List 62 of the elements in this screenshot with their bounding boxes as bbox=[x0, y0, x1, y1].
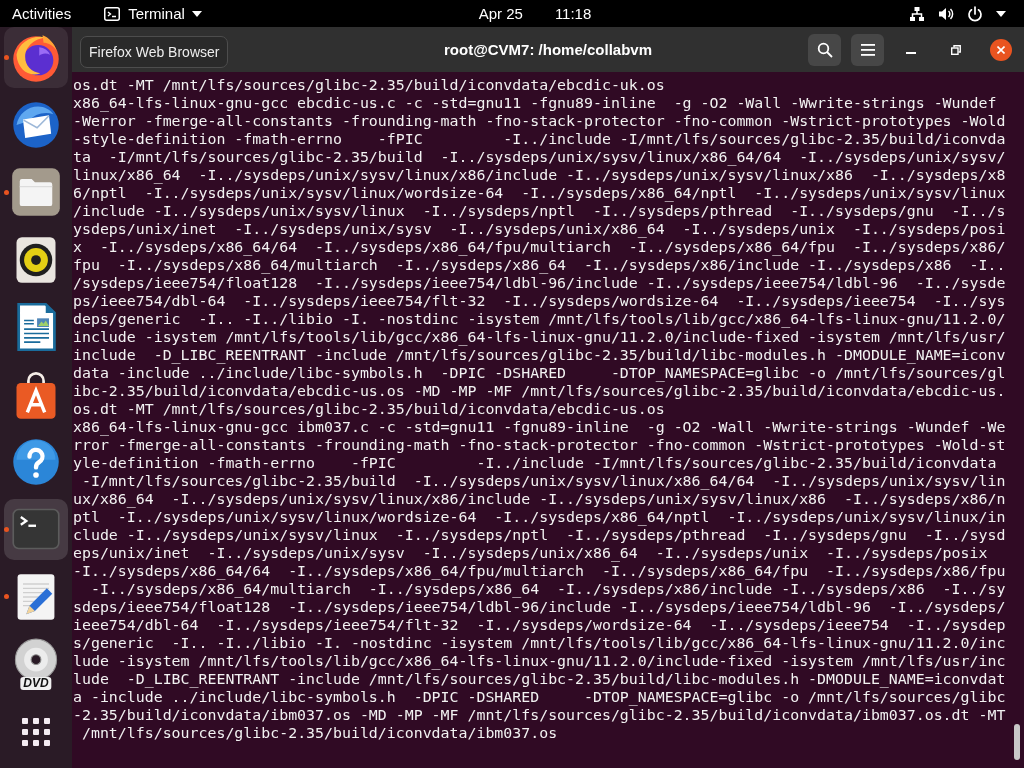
output-line: lude -D_LIBC_REENTRANT -include /mnt/lfs/sources/glibc-2.35/build/libc-modules.h -DMODULE_NAME=iconvdat bbox=[73, 670, 1006, 688]
clock-button[interactable]: Apr 25 11:18 bbox=[478, 5, 592, 22]
scrollbar-thumb[interactable] bbox=[1014, 724, 1020, 760]
output-line: ptl -I../sysdeps/unix/sysv/linux/wordsize-64 -I../sysdeps/x86_64/nptl -I../sysdeps/unix/sysv/linux/in bbox=[73, 508, 1006, 526]
dock-button[interactable]: DVD bbox=[4, 633, 68, 695]
output-line: -Werror -fmerge-all-constants -frounding-math -fno-stack-protector -fno-common -Wstrict-prototypes -Wold bbox=[73, 112, 1006, 130]
minimize-icon bbox=[906, 51, 916, 54]
volume-icon[interactable] bbox=[938, 5, 954, 22]
output-line: -I../sysdeps/x86_64/multiarch -I../sysdeps/x86_64 -I../sysdeps/x86/include -I../sysdeps/x86 -I../sy bbox=[90, 580, 1006, 598]
output-line: x -I../sysdeps/x86_64/64 -I../sysdeps/x86_64/fpu/multiarch -I../sysdeps/x86_64/fpu -I../sysdeps/x86/ bbox=[73, 238, 1006, 256]
network-icon[interactable] bbox=[909, 5, 925, 22]
search-button[interactable] bbox=[808, 33, 841, 66]
window-title: root@CVM7: /home/collabvm bbox=[444, 41, 652, 58]
output-line: data -include ../include/libc-symbols.h -DPIC -DSHARED -DTOP_NAMESPACE=glibc -o /mnt/lfs/sources/gl bbox=[73, 364, 1006, 382]
search-icon bbox=[816, 41, 833, 58]
output-line: /sysdeps/ieee754/float128 -I../sysdeps/ieee754/ldbl-96/include -I../sysdeps/ieee754/ldbl-96 -I../sysde bbox=[73, 274, 1006, 292]
output-line: include -isystem /mnt/lfs/tools/lib/gcc/x86_64-lfs-linux-gnu/11.2.0/include-fixed -isystem /mnt/lfs/usr/ bbox=[73, 328, 1006, 346]
output-line: yle-definition -fmath-errno -fPIC -I../include -I/mnt/lfs/sources/glibc-2.35/build/iconvdata bbox=[73, 454, 997, 472]
output-line: ta -I/mnt/lfs/sources/glibc-2.35/build -I../sysdeps/unix/sysv/linux/x86_64/64 -I../sysdeps/unix/sysv/ bbox=[73, 148, 1006, 166]
output-line: ps/ieee754/dbl-64 -I../sysdeps/ieee754/flt-32 -I../sysdeps/wordsize-64 -I../sysdeps/ieee754 -I../sys bbox=[73, 292, 1006, 310]
output-line: deps/generic -I.. -I../libio -I. -nostdinc -isystem /mnt/lfs/tools/lib/gcc/x86_64-lfs-linux-gnu/11.2.0/ bbox=[73, 310, 1006, 328]
output-line: 6/nptl -I../sysdeps/unix/sysv/linux/wordsize-64 -I../sysdeps/x86_64/nptl -I../sysdeps/unix/sysv/linux bbox=[73, 184, 1006, 202]
output-line: s/generic -I.. -I../libio -I. -nostdinc -isystem /mnt/lfs/tools/lib/gcc/x86_64-lfs-linux-gnu/11.2.0/inc bbox=[73, 634, 1006, 652]
output-line: a -include ../include/libc-symbols.h -DPIC -DSHARED -DTOP_NAMESPACE=glibc -o /mnt/lfs/sources/glibc bbox=[73, 688, 1006, 706]
output-line: -I../sysdeps/x86_64/64 -I../sysdeps/x86_64/fpu/multiarch -I../sysdeps/x86_64/fpu -I../sysdeps/x86/fpu bbox=[73, 562, 1006, 580]
caret-icon bbox=[191, 10, 202, 17]
folder-icon bbox=[10, 166, 62, 219]
output-line: ibc-2.35/build/iconvdata/ebcdic-us.os -MD -MP -MF /mnt/lfs/sources/glibc-2.35/build/iconvdata/ebcdic-us. bbox=[73, 382, 1006, 400]
output-line: -I/mnt/lfs/sources/glibc-2.35/build -I../sysdeps/unix/sysv/linux/x86_64/64 -I../sysdeps/unix/sysv/lin bbox=[81, 472, 1006, 490]
output-line: ux/x86_64 -I../sysdeps/unix/sysv/linux/x86/include -I../sysdeps/unix/sysv/linux/x86 -I../sysdeps/x86/n bbox=[73, 490, 1006, 508]
close-button[interactable] bbox=[990, 38, 1012, 61]
output-line: linux/x86_64 -I../sysdeps/unix/sysv/linux/x86/include -I../sysdeps/unix/sysv/linux/x86 -I../sysdeps/x8 bbox=[73, 166, 1006, 184]
output-line: os.dt -MT /mnt/lfs/sources/glibc-2.35/build/iconvdata/ebcdic-uk.os bbox=[73, 76, 665, 94]
output-line: sdeps/ieee754/float128 -I../sysdeps/ieee754/ldbl-96/include -I../sysdeps/ieee754/ldbl-96 -I../sysdeps/ bbox=[73, 598, 1006, 616]
activities-button[interactable]: Activities bbox=[12, 5, 72, 22]
output-line: x86_64-lfs-linux-gnu-gcc ibm037.c -c -std=gnu11 -fgnu89-inline -g -O2 -Wall -Wwrite-strings -Wundef -We bbox=[73, 418, 1006, 436]
tooltip: Firefox Web Browser bbox=[80, 36, 229, 68]
output-line: eps/unix/inet -I../sysdeps/unix/sysv -I../sysdeps/unix/x86_64 -I../sysdeps/unix -I../sysdeps/posix bbox=[73, 544, 988, 562]
restore-icon bbox=[951, 44, 961, 55]
menu-button[interactable] bbox=[851, 33, 884, 66]
output-line: x86_64-lfs-linux-gnu-gcc ebcdic-us.c -c -std=gnu11 -fgnu89-inline -g -O2 -Wall -Wwrite-strings -Wundef bbox=[73, 94, 997, 112]
menu-icon bbox=[860, 43, 875, 56]
output-line: fpu -I../sysdeps/x86_64/multiarch -I../sysdeps/x86_64 -I../sysdeps/x86/include -I../sysdeps/x86 -I.. bbox=[73, 256, 1006, 274]
grid-icon bbox=[22, 717, 50, 746]
dock-button[interactable] bbox=[4, 27, 68, 89]
power-icon[interactable] bbox=[967, 5, 983, 22]
output-line: -2.35/build/iconvdata/ibm037.os -MD -MP -MF /mnt/lfs/sources/glibc-2.35/build/iconvdata/ibm037.os.dt -MT bbox=[73, 706, 1006, 724]
restore-button[interactable] bbox=[951, 44, 961, 55]
output-line: rror -fmerge-all-constants -frounding-math -fno-stack-protector -fno-common -Wstrict-prototypes -Wold-st bbox=[73, 436, 1006, 454]
output-line: -style-definition -fmath-errno -fPIC -I../include -I/mnt/lfs/sources/glibc-2.35/build/iconvda bbox=[73, 130, 1006, 148]
close-icon bbox=[997, 45, 1005, 54]
output-line: /mnt/lfs/sources/glibc-2.35/build/iconvdata/ibm037.os bbox=[81, 724, 558, 742]
terminal-icon bbox=[104, 5, 121, 22]
output-line: include -D_LIBC_REENTRANT -include /mnt/lfs/sources/glibc-2.35/build/libc-modules.h -DMODULE_NAME=iconv bbox=[73, 346, 1006, 364]
output-line: /include -I../sysdeps/unix/sysv/linux -I../sysdeps/nptl -I../sysdeps/pthread -I../sysdeps/gnu -I../s bbox=[73, 202, 1006, 220]
output-line: ieee754/dbl-64 -I../sysdeps/ieee754/flt-32 -I../sysdeps/wordsize-64 -I../sysdeps/ieee754 -I../sysdep bbox=[73, 616, 1006, 634]
output-line: os.dt -MT /mnt/lfs/sources/glibc-2.35/build/iconvdata/ebcdic-us.os bbox=[73, 400, 665, 418]
output-line: ysdeps/unix/inet -I../sysdeps/unix/sysv -I../sysdeps/unix/x86_64 -I../sysdeps/unix -I../sysdeps/posi bbox=[73, 220, 1006, 238]
caret-icon[interactable] bbox=[996, 10, 1006, 17]
output-line: clude -I../sysdeps/unix/sysv/linux -I../sysdeps/nptl -I../sysdeps/pthread -I../sysdeps/gnu -I../sysd bbox=[73, 526, 1006, 544]
app-menu-button[interactable]: Terminal bbox=[104, 5, 202, 22]
output-line: lude -isystem /mnt/lfs/tools/lib/gcc/x86_64-lfs-linux-gnu/11.2.0/include-fixed -isystem /mnt/lfs/usr/inc bbox=[73, 652, 1006, 670]
